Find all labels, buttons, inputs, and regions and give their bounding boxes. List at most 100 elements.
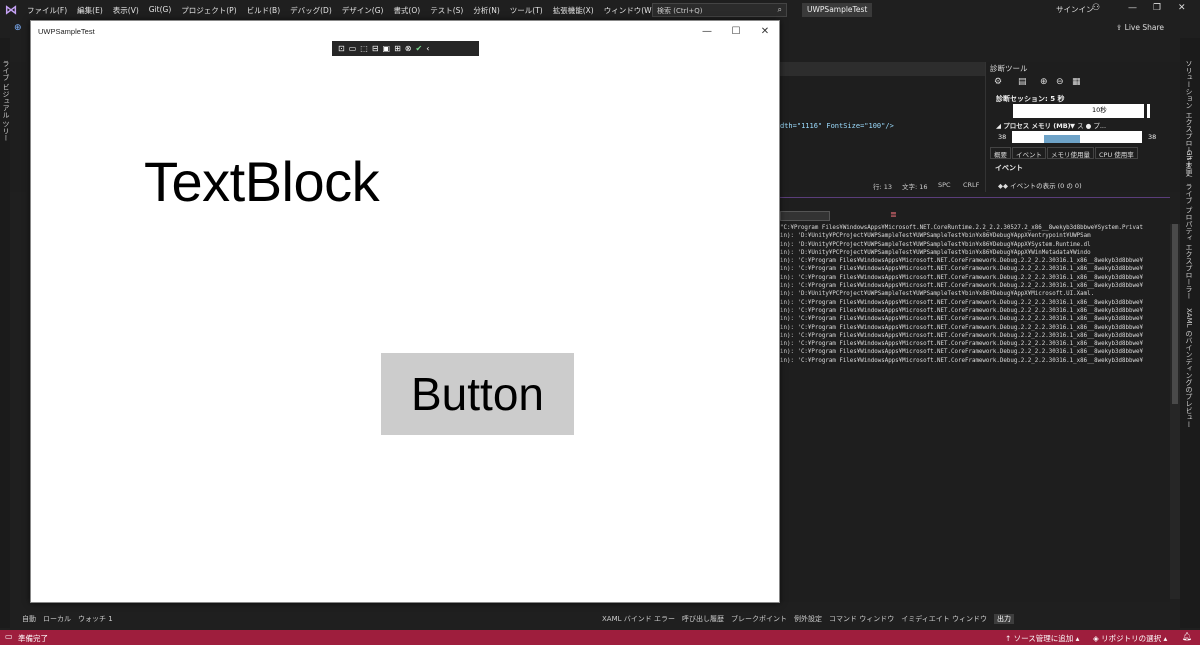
xaml-binding-preview-tab[interactable]: XAML のバインディングのプレビュー xyxy=(1184,308,1194,428)
search-icon: ⌕ xyxy=(777,5,782,14)
app-minimize-icon[interactable]: — xyxy=(693,24,721,39)
menu-item[interactable]: デザイン(G) xyxy=(337,5,389,16)
tab-cpu-usage[interactable]: CPU 使用率 xyxy=(1095,147,1138,159)
output-line: in): 'D:¥Unity¥PCProject¥UWPSampleTest¥U… xyxy=(780,241,1091,248)
output-line: "C:¥Program Files¥WindowsApps¥Microsoft.… xyxy=(780,225,1143,231)
close-icon[interactable]: ✕ xyxy=(1178,3,1186,13)
output-line: in): 'D:¥Unity¥PCProject¥UWPSampleTest¥U… xyxy=(780,233,1091,240)
app-title-bar[interactable]: UWPSampleTest — ☐ ✕ xyxy=(31,21,779,42)
output-line: in): 'C:¥Program Files¥WindowsApps¥Micro… xyxy=(780,324,1143,331)
menu-item[interactable]: ツール(T) xyxy=(505,5,548,16)
tab-call-stack[interactable]: 呼び出し履歴 xyxy=(682,614,724,624)
menu-item[interactable]: 編集(E) xyxy=(72,5,108,16)
track-focus-icon[interactable]: ⊟ xyxy=(372,44,379,53)
session-timeline[interactable] xyxy=(1010,104,1150,118)
tab-immediate-window[interactable]: イミディエイト ウィンドウ xyxy=(901,614,987,624)
menu-item[interactable]: デバッグ(D) xyxy=(285,5,337,16)
liveshare-button[interactable]: ⇪ Live Share xyxy=(1116,23,1164,32)
output-line: in): 'C:¥Program Files¥WindowsApps¥Micro… xyxy=(780,349,1143,356)
report-icon[interactable]: ▤ xyxy=(1018,77,1027,87)
tab-exception-settings[interactable]: 例外設定 xyxy=(794,614,822,624)
menu-item[interactable]: 書式(O) xyxy=(388,5,425,16)
menu-item[interactable]: 拡張機能(X) xyxy=(548,5,599,16)
tab-xaml-binding-errors[interactable]: XAML バインド エラー xyxy=(602,614,675,624)
tab-autos[interactable]: 自動 xyxy=(22,614,36,624)
zoom-out-icon[interactable]: ⊖ xyxy=(1056,77,1064,87)
app-button[interactable]: Button xyxy=(381,353,574,435)
app-close-icon[interactable]: ✕ xyxy=(751,24,779,39)
output-source-dropdown[interactable] xyxy=(780,211,830,221)
collapse-toolbar-icon[interactable]: ‹ xyxy=(426,44,429,53)
menu-item[interactable]: 分析(N) xyxy=(468,5,504,16)
preview-icon[interactable]: ▣ xyxy=(383,44,391,53)
menu-item[interactable]: 表示(V) xyxy=(108,5,144,16)
bottom-right-tabs: XAML バインド エラー 呼び出し履歴 ブレークポイント 例外設定 コマンド … xyxy=(602,614,1021,624)
scrollbar-thumb[interactable] xyxy=(1172,224,1178,404)
live-property-explorer-tab[interactable]: ライブ プロパティ エクスプローラー xyxy=(1184,183,1194,299)
status-ready: 準備完了 xyxy=(18,634,48,643)
tab-events[interactable]: イベント xyxy=(1012,147,1046,159)
maximize-icon[interactable]: ❐ xyxy=(1153,3,1161,13)
select-element-icon[interactable]: ⊡ xyxy=(338,44,345,53)
display-layout-icon[interactable]: ⬚ xyxy=(360,44,368,53)
git-changes-tab[interactable]: Git 変更 xyxy=(1184,150,1194,176)
diagnostic-tabs: 概要 イベント メモリ使用量 CPU 使用率 xyxy=(990,147,1139,159)
output-line: in): 'C:¥Program Files¥WindowsApps¥Micro… xyxy=(780,307,1143,314)
output-text[interactable]: "C:¥Program Files¥WindowsApps¥Microsoft.… xyxy=(780,224,1170,365)
notifications-icon[interactable]: 🔔︎ xyxy=(1182,632,1192,641)
tab-breakpoints[interactable]: ブレークポイント xyxy=(731,614,787,624)
tab-output[interactable]: 出力 xyxy=(993,614,1014,624)
process-memory-label[interactable]: ◢ プロセス メモリ (MB) xyxy=(996,120,1071,130)
app-textblock: TextBlock xyxy=(144,150,380,213)
menu-item[interactable]: ウィンドウ(W) xyxy=(599,5,660,16)
memory-graph-fill xyxy=(1044,135,1080,143)
menu-item[interactable]: ビルド(B) xyxy=(242,5,286,16)
status-bar: ▭ 準備完了 ↑ ソース管理に追加 ▴ ◈ リポジトリの選択 ▴ 🔔︎ xyxy=(0,630,1200,645)
output-scrollbar[interactable] xyxy=(1170,224,1180,599)
video-icon[interactable]: ▭ xyxy=(349,44,357,53)
search-input[interactable]: 検索 (Ctrl+Q) ⌕ xyxy=(652,3,787,17)
word-wrap-icon[interactable]: ≣ xyxy=(890,210,897,219)
timeline-end-marker xyxy=(1144,104,1147,118)
signin-link[interactable]: サインイン xyxy=(1056,4,1094,15)
account-icon[interactable]: ⚇ xyxy=(1092,3,1100,13)
output-line: in): 'C:¥Program Files¥WindowsApps¥Micro… xyxy=(780,299,1143,306)
events-show-toggle[interactable]: ◆◆ イベントの表示 (0 の 0) xyxy=(998,180,1082,190)
binding-icon[interactable]: ⊗ xyxy=(405,44,412,53)
back-icon[interactable]: ⊕ xyxy=(14,23,22,33)
app-maximize-icon[interactable]: ☐ xyxy=(722,24,750,39)
add-to-source-control[interactable]: ↑ ソース管理に追加 ▴ xyxy=(1005,633,1079,644)
timeline-start-marker xyxy=(1010,104,1013,118)
tab-memory-usage[interactable]: メモリ使用量 xyxy=(1047,147,1094,159)
settings-icon[interactable]: ⚙ xyxy=(994,77,1002,87)
tab-watch-1[interactable]: ウォッチ 1 xyxy=(78,614,113,624)
char-number: 文字: 16 xyxy=(902,183,928,191)
minimize-icon[interactable]: — xyxy=(1128,3,1137,13)
solution-name[interactable]: UWPSampleTest xyxy=(802,3,873,17)
status-icon: ▭ xyxy=(5,632,13,641)
tab-command-window[interactable]: コマンド ウィンドウ xyxy=(829,614,894,624)
right-side-strip: ソリューション エクスプローラー Git 変更 ライブ プロパティ エクスプロー… xyxy=(1180,38,1200,628)
tab-locals[interactable]: ローカル xyxy=(43,614,71,624)
menu-item[interactable]: ファイル(F) xyxy=(22,5,72,16)
menu-item[interactable]: テスト(S) xyxy=(425,5,468,16)
left-side-strip: ライブ ビジュアル ツリー xyxy=(0,38,10,628)
adorner-icon[interactable]: ⊞ xyxy=(394,44,401,53)
output-line: in): 'D:¥Unity¥PCProject¥UWPSampleTest¥U… xyxy=(780,291,1095,298)
select-repository[interactable]: ◈ リポジトリの選択 ▴ xyxy=(1093,633,1167,644)
memory-min-value: 38 xyxy=(998,133,1007,141)
liveshare-icon: ⇪ xyxy=(1116,23,1125,32)
reset-zoom-icon[interactable]: ▦ xyxy=(1072,77,1081,87)
zoom-in-icon[interactable]: ⊕ xyxy=(1040,77,1048,87)
hot-reload-ok-icon[interactable]: ✔ xyxy=(416,44,423,53)
menu-items: ファイル(F) 編集(E) 表示(V) Git(G) プロジェクト(P) ビルド(B) デバ… xyxy=(22,5,704,16)
uwp-app-window: UWPSampleTest — ☐ ✕ ⊡ ▭ ⬚ ⊟ ▣ ⊞ ⊗ ✔ ‹ Te… xyxy=(30,20,780,603)
editor-code-line[interactable]: dth="1116" FontSize="100"/> xyxy=(780,122,894,130)
menu-item[interactable]: プロジェクト(P) xyxy=(176,5,241,16)
line-ending[interactable]: CRLF xyxy=(963,181,979,189)
output-line: in): 'D:¥Unity¥PCProject¥UWPSampleTest¥U… xyxy=(780,249,1091,256)
menu-item[interactable]: Git(G) xyxy=(144,5,177,16)
diagnostic-toolbar: ⚙ ▤ ⊕ ⊖ ▦ xyxy=(990,76,1170,90)
tab-overview[interactable]: 概要 xyxy=(990,147,1011,159)
spacing-mode[interactable]: SPC xyxy=(938,181,951,189)
